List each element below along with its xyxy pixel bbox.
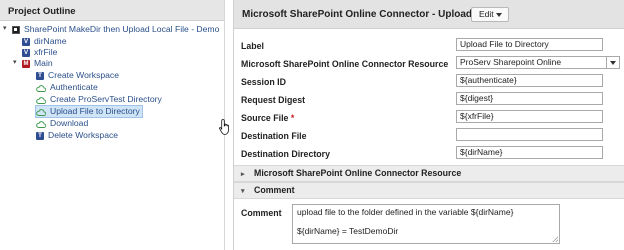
- tree-item-create-proservtest-directory[interactable]: Create ProServTest Directory: [36, 94, 162, 105]
- section-label: Comment: [254, 185, 295, 195]
- section-connector-resource[interactable]: ▸ Microsoft SharePoint Online Connector R…: [234, 165, 624, 182]
- destination-file-field-label: Destination File: [241, 131, 307, 141]
- destination-directory-field-label: Destination Directory: [241, 149, 330, 159]
- cloud-icon: [36, 96, 47, 104]
- chevron-down-icon: ▾: [241, 188, 245, 195]
- destination-directory-input[interactable]: ${dirName}: [456, 146, 603, 159]
- tree-item-flow[interactable]: ▾ SharePoint MakeDir then Upload Local Fi…: [3, 24, 219, 35]
- variable-icon: V: [22, 48, 30, 57]
- panel-title: Microsoft SharePoint Online Connector - …: [242, 9, 473, 20]
- source-file-label-text: Source File: [241, 113, 289, 123]
- resource-field-label: Microsoft SharePoint Online Connector Re…: [241, 59, 449, 69]
- tree-item-main[interactable]: ▾ M Main: [13, 58, 53, 69]
- tree-item-authenticate[interactable]: Authenticate: [36, 82, 98, 93]
- edit-dropdown-button[interactable]: Edit: [471, 7, 509, 22]
- cloud-icon: [36, 84, 47, 92]
- comment-line-2: ${dirName} = TestDemoDir: [297, 226, 399, 236]
- tree-item-upload-file-to-directory[interactable]: Upload File to Directory: [35, 105, 143, 118]
- chevron-down-icon[interactable]: [606, 56, 620, 69]
- project-outline-panel: Project Outline ▾ SharePoint MakeDir then…: [0, 0, 225, 250]
- hand-cursor-icon: [219, 119, 229, 135]
- variable-icon: V: [22, 37, 30, 46]
- source-file-field-label: Source File *: [241, 113, 294, 123]
- project-outline-header: Project Outline: [0, 0, 224, 21]
- flow-icon: [12, 25, 20, 34]
- module-icon: M: [22, 59, 30, 68]
- task-icon: T: [36, 71, 44, 80]
- comment-textarea[interactable]: upload file to the folder defined in the…: [292, 204, 560, 244]
- panel-header: Microsoft SharePoint Online Connector - …: [234, 0, 624, 29]
- resource-select[interactable]: ProServ Sharepoint Online: [456, 56, 609, 69]
- tree-item-xfrfile[interactable]: VxfrFile: [22, 47, 57, 58]
- resize-grip-icon[interactable]: [552, 236, 558, 242]
- tree-item-dirname[interactable]: VdirName: [22, 36, 66, 47]
- edit-button-label: Edit: [479, 9, 494, 19]
- tree-item-create-workspace[interactable]: T Create Workspace: [36, 70, 119, 81]
- label-input[interactable]: Upload File to Directory: [456, 38, 603, 51]
- cloud-icon: [36, 120, 47, 128]
- session-id-field-label: Session ID: [241, 77, 286, 87]
- tree-item-delete-workspace[interactable]: T Delete Workspace: [36, 130, 118, 141]
- collapse-toggle-icon[interactable]: ▾: [13, 58, 20, 66]
- request-digest-field-label: Request Digest: [241, 95, 306, 105]
- destination-file-input[interactable]: [456, 128, 603, 141]
- properties-panel: Microsoft SharePoint Online Connector - …: [233, 0, 624, 250]
- caret-down-icon: [496, 13, 502, 17]
- section-label: Microsoft SharePoint Online Connector Re…: [254, 168, 462, 178]
- collapse-toggle-icon[interactable]: ▾: [3, 24, 10, 32]
- task-icon: T: [36, 131, 44, 140]
- tree-item-download[interactable]: Download: [36, 118, 88, 129]
- source-file-input[interactable]: ${xfrFile}: [456, 110, 603, 123]
- cloud-icon: [36, 108, 47, 116]
- required-marker: *: [290, 113, 295, 123]
- session-id-input[interactable]: ${authenticate}: [456, 74, 603, 87]
- chevron-right-icon: ▸: [241, 171, 245, 178]
- request-digest-input[interactable]: ${digest}: [456, 92, 603, 105]
- comment-line-1: upload file to the folder defined in the…: [297, 207, 514, 217]
- comment-field-label: Comment: [241, 208, 282, 218]
- section-comment[interactable]: ▾ Comment: [234, 182, 624, 199]
- label-field-label: Label: [241, 41, 264, 51]
